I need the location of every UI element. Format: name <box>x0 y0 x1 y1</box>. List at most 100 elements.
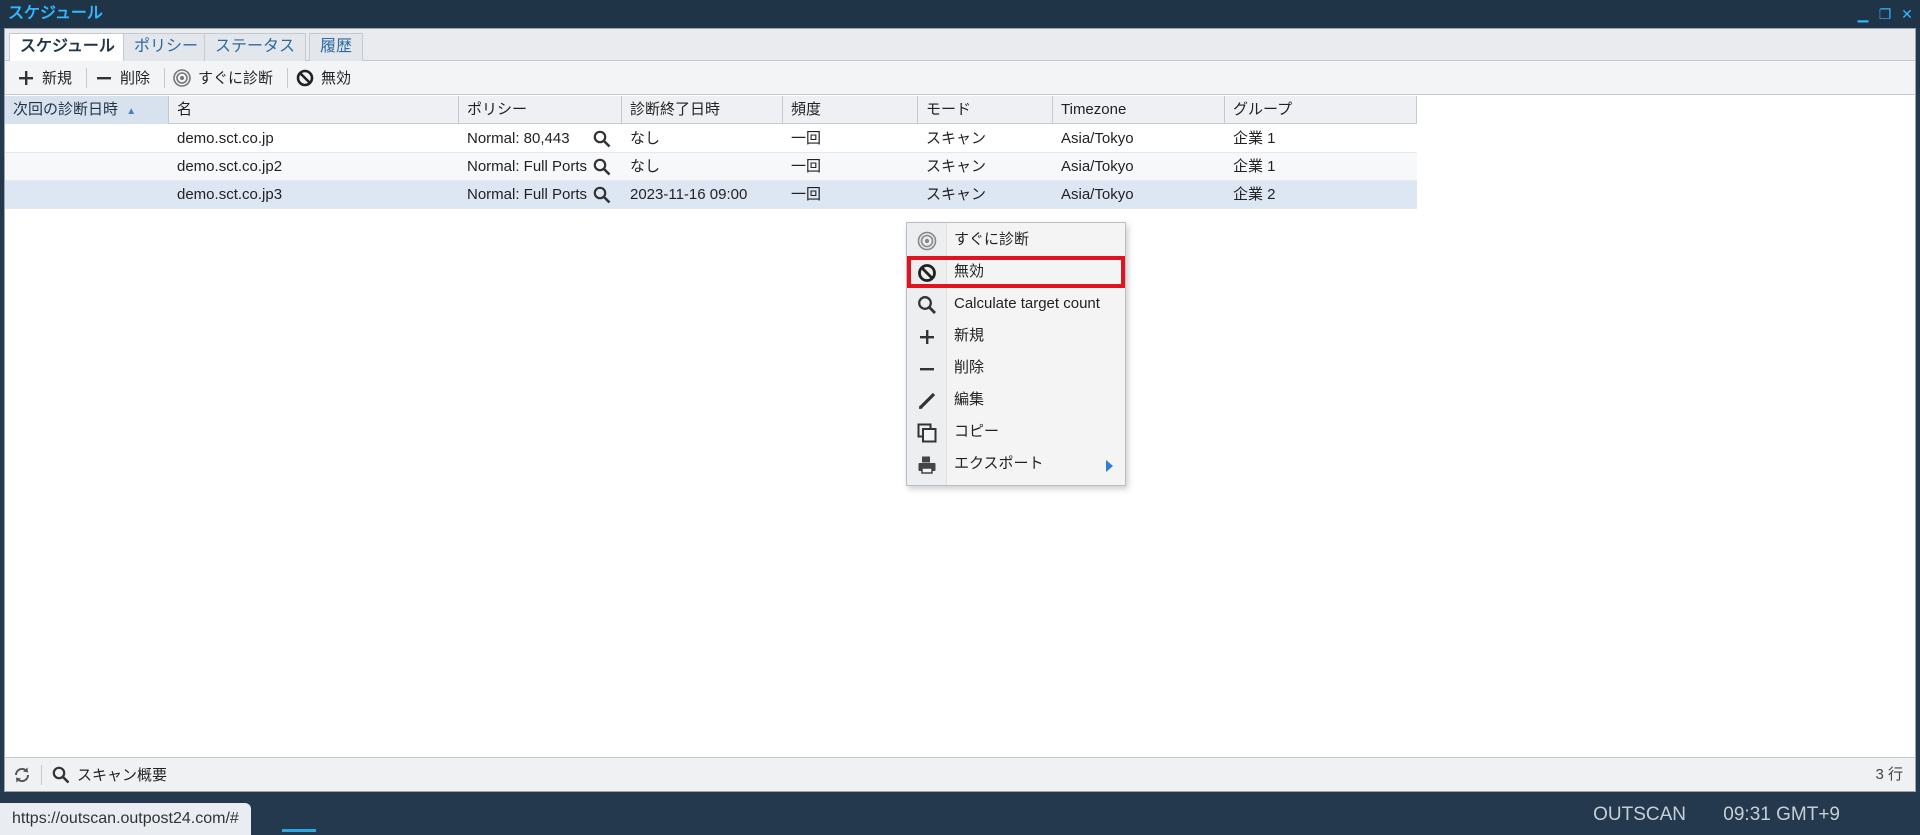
delete-button-label: 削除 <box>120 70 151 87</box>
delete-button[interactable]: 削除 <box>91 65 160 91</box>
menu-item-label: 削除 <box>954 359 985 376</box>
scan-summary-label: スキャン概要 <box>77 767 168 784</box>
menu-item-label: 編集 <box>954 391 985 408</box>
menu-item-scan-now[interactable]: すぐに診断 <box>907 224 1125 256</box>
cell-name: demo.sct.co.jp3 <box>177 186 283 203</box>
cell-frequency: 一回 <box>791 130 822 147</box>
radar-icon <box>917 231 937 251</box>
copy-icon <box>917 423 937 443</box>
minimize-icon[interactable]: ▁ <box>1856 0 1870 28</box>
cell-timezone: Asia/Tokyo <box>1061 130 1134 147</box>
cell-group: 企業 1 <box>1233 158 1276 175</box>
magnifier-icon <box>917 295 937 315</box>
cell-end-date: なし <box>630 158 661 175</box>
tab-schedule[interactable]: スケジュール <box>9 33 126 62</box>
pencil-icon <box>917 391 937 411</box>
window-titlebar: スケジュール ▁ ❐ ✕ <box>0 0 1920 28</box>
column-header-frequency[interactable]: 頻度 <box>783 96 918 124</box>
menu-item-disable[interactable]: 無効 <box>907 256 1125 288</box>
menu-item-edit[interactable]: 編集 <box>907 384 1125 416</box>
cell-frequency: 一回 <box>791 186 822 203</box>
cell-name: demo.sct.co.jp2 <box>177 158 283 175</box>
cell-group: 企業 2 <box>1233 186 1276 203</box>
printer-icon <box>917 455 937 475</box>
table-header: 次回の診断日時 ▲ 名 ポリシー 診断終了日時 頻度 モード Timezone … <box>5 96 1417 124</box>
new-button[interactable]: 新規 <box>13 65 82 91</box>
column-header-group[interactable]: グループ <box>1225 96 1417 124</box>
menu-item-label: 無効 <box>954 263 985 280</box>
cell-frequency: 一回 <box>791 158 822 175</box>
submenu-arrow-icon <box>1106 460 1113 472</box>
minus-icon <box>917 359 937 379</box>
tab-status[interactable]: ステータス <box>204 33 307 61</box>
column-header-policy[interactable]: ポリシー <box>459 96 622 124</box>
block-icon <box>917 263 937 283</box>
magnifier-icon <box>52 766 70 784</box>
cell-mode: スキャン <box>926 130 987 147</box>
cell-policy: Normal: Full Ports <box>467 186 588 203</box>
disable-button[interactable]: 無効 <box>292 65 361 91</box>
scan-now-button[interactable]: すぐに診断 <box>169 65 283 91</box>
cell-mode: スキャン <box>926 158 987 175</box>
column-header-timezone[interactable]: Timezone <box>1053 96 1225 124</box>
column-header-end-date[interactable]: 診断終了日時 <box>622 96 783 124</box>
menu-item-label: すぐに診断 <box>954 231 1030 248</box>
menu-item-label: Calculate target count <box>954 295 1100 312</box>
row-count: 3 行 <box>1875 766 1903 783</box>
cell-end-date: 2023-11-16 09:00 <box>630 186 748 203</box>
sort-ascending-icon: ▲ <box>126 106 137 117</box>
menu-item-copy[interactable]: コピー <box>907 416 1125 448</box>
status-bar: スキャン概要 3 行 <box>5 757 1915 791</box>
magnifier-icon[interactable] <box>593 186 611 204</box>
restore-icon[interactable]: ❐ <box>1878 0 1892 28</box>
tab-policy[interactable]: ポリシー <box>123 33 210 61</box>
scan-summary-button[interactable]: スキャン概要 <box>52 762 167 788</box>
menu-item-label: エクスポート <box>954 455 1044 472</box>
column-header-next-scan[interactable]: 次回の診断日時 ▲ <box>5 96 169 124</box>
url-tooltip: https://outscan.outpost24.com/# <box>0 803 251 835</box>
brand-label: OUTSCAN <box>1593 804 1686 825</box>
plus-icon <box>917 327 937 347</box>
cell-timezone: Asia/Tokyo <box>1061 158 1134 175</box>
cell-timezone: Asia/Tokyo <box>1061 186 1134 203</box>
table-row[interactable]: demo.sct.co.jp2 Normal: Full Ports なし 一回… <box>5 153 1417 181</box>
magnifier-icon[interactable] <box>593 158 611 176</box>
cell-next-scan <box>5 181 13 209</box>
toolbar-divider <box>287 67 289 88</box>
menu-item-export[interactable]: エクスポート <box>907 448 1125 480</box>
menu-item-delete[interactable]: 削除 <box>907 352 1125 384</box>
column-header-name[interactable]: 名 <box>169 96 459 124</box>
table-row-selected[interactable]: demo.sct.co.jp3 Normal: Full Ports 2023-… <box>5 181 1417 209</box>
cell-end-date: なし <box>630 130 661 147</box>
menu-item-new[interactable]: 新規 <box>907 320 1125 352</box>
status-divider <box>41 764 42 785</box>
cell-next-scan <box>5 125 13 153</box>
block-icon <box>296 69 314 87</box>
tab-history[interactable]: 履歴 <box>309 33 364 61</box>
scan-now-label: すぐに診断 <box>198 70 274 87</box>
plus-icon <box>17 69 35 87</box>
cell-policy: Normal: Full Ports <box>467 158 588 175</box>
new-button-label: 新規 <box>42 70 73 87</box>
toolbar: 新規 削除 すぐに診断 無効 <box>5 61 1915 95</box>
magnifier-icon[interactable] <box>593 130 611 148</box>
cell-name: demo.sct.co.jp <box>177 130 274 147</box>
cell-mode: スキャン <box>926 186 987 203</box>
disable-label: 無効 <box>321 70 352 87</box>
toolbar-divider <box>164 67 166 88</box>
menu-item-label: 新規 <box>954 327 985 344</box>
window-title: スケジュール <box>8 5 103 22</box>
cell-next-scan <box>5 153 13 181</box>
clock: 09:31 GMT+9 <box>1723 804 1840 825</box>
column-header-mode[interactable]: モード <box>918 96 1053 124</box>
refresh-icon[interactable] <box>13 766 31 784</box>
table-row[interactable]: demo.sct.co.jp Normal: 80,443 なし 一回 スキャン… <box>5 125 1417 153</box>
close-icon[interactable]: ✕ <box>1900 0 1914 28</box>
radar-icon <box>173 68 191 87</box>
context-menu: すぐに診断 無効 Calculate target count 新規 削除 編集 <box>906 222 1126 486</box>
cell-group: 企業 1 <box>1233 130 1276 147</box>
cell-policy: Normal: 80,443 <box>467 130 570 147</box>
menu-item-calculate-target-count[interactable]: Calculate target count <box>907 288 1125 320</box>
minus-icon <box>95 69 113 87</box>
tab-bar: スケジュール ポリシー ステータス 履歴 <box>5 29 1915 62</box>
